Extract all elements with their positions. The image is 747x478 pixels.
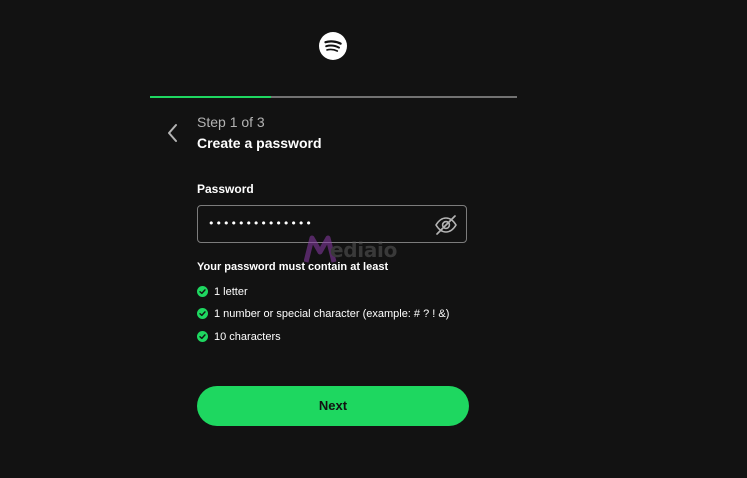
back-chevron-icon[interactable] — [162, 120, 184, 146]
step-progress-fill — [150, 96, 272, 98]
requirement-text: 1 letter — [214, 286, 248, 298]
step-indicator: Step 1 of 3 — [197, 114, 265, 130]
step-progress-bar — [150, 96, 517, 98]
page-title: Create a password — [197, 135, 322, 151]
watermark-text: ediaio — [330, 238, 398, 262]
next-button[interactable]: Next — [197, 386, 469, 426]
check-circle-icon — [197, 308, 208, 319]
requirement-text: 1 number or special character (example: … — [214, 308, 450, 320]
requirement-text: 10 characters — [214, 331, 281, 343]
password-label: Password — [197, 182, 254, 196]
eye-slash-icon[interactable] — [434, 214, 458, 236]
check-circle-icon — [197, 286, 208, 297]
password-value: •••••••••••••• — [208, 217, 313, 230]
requirements-heading: Your password must contain at least — [197, 261, 389, 273]
spotify-logo-icon — [319, 32, 347, 60]
check-circle-icon — [197, 331, 208, 342]
